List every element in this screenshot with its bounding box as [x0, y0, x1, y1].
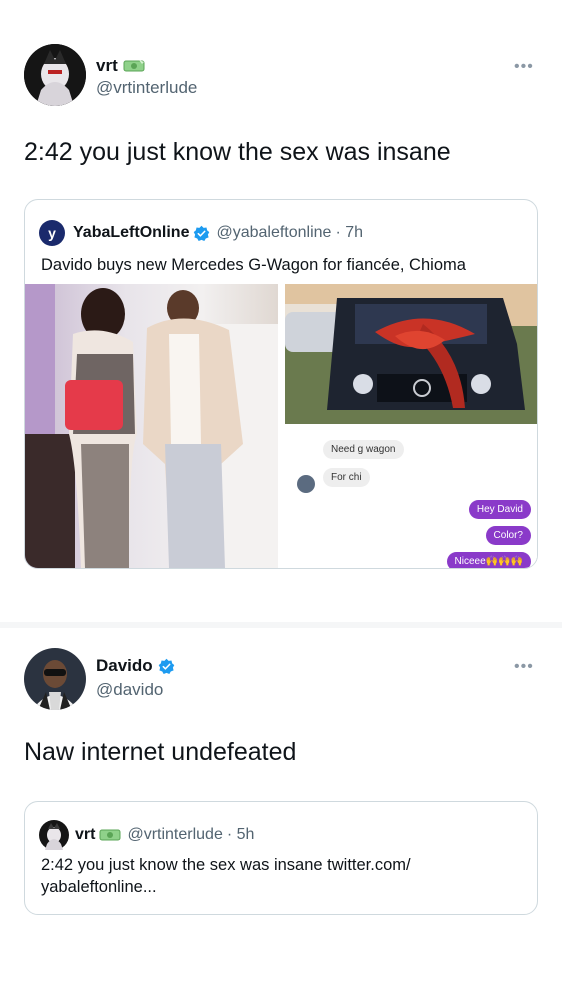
gwagon-photo[interactable]	[285, 284, 537, 424]
quoted-text: 2:42 you just know the sex was insane tw…	[41, 854, 411, 898]
quoted-tweet[interactable]: vrt @vrtinterlude · 5h 2:42 you just kno…	[24, 801, 538, 915]
chat-bubble-out: Color?	[485, 526, 531, 545]
verified-badge-icon	[194, 225, 210, 241]
avatar-davido[interactable]	[24, 648, 86, 710]
svg-text:y: y	[48, 225, 56, 241]
yabaleft-avatar-icon[interactable]: y	[39, 220, 65, 246]
quoted-text-line: yabaleftonline...	[41, 878, 157, 896]
author-handle[interactable]: @davido	[96, 680, 163, 700]
quoted-text-line: 2:42 you just know the sex was insane tw…	[41, 856, 411, 874]
quoted-tweet[interactable]: y YabaLeftOnline @yabaleftonline · 7h Da…	[24, 199, 538, 569]
money-emoji-icon	[123, 60, 145, 72]
tweet-davido[interactable]: Davido @davido ••• Naw internet undefeat…	[0, 628, 562, 1000]
tweet-vrt[interactable]: vrt @vrtinterlude ••• 2:42 you just know…	[0, 0, 562, 622]
quoted-time[interactable]: · 5h	[227, 826, 255, 844]
chat-bubble-out: Hey David	[468, 500, 531, 519]
quoted-author-name[interactable]: YabaLeftOnline	[73, 224, 189, 242]
tweet-text: Naw internet undefeated	[24, 738, 297, 766]
quoted-author-name[interactable]: vrt	[75, 826, 95, 844]
chat-screenshot[interactable]: Need g wagon For chi Hey David Color? Ni…	[285, 428, 537, 568]
chat-bubble-out: Niceee🙌🙌🙌	[446, 552, 531, 568]
tweet-text: 2:42 you just know the sex was insane	[24, 138, 451, 166]
quoted-author-handle[interactable]: @vrtinterlude	[127, 826, 222, 844]
avatar-vrt-small[interactable]	[39, 820, 69, 850]
author-name[interactable]: vrt	[96, 56, 145, 76]
quoted-author-handle[interactable]: @yabaleftonline	[216, 224, 331, 242]
chat-bubble-in: For chi	[323, 468, 370, 487]
money-emoji-icon	[99, 829, 121, 841]
chat-bubble-in: Need g wagon	[323, 440, 404, 459]
quoted-tweet-header: y YabaLeftOnline @yabaleftonline · 7h	[39, 220, 363, 246]
couple-photo[interactable]	[25, 284, 278, 568]
avatar-vrt[interactable]	[24, 44, 86, 106]
quoted-media[interactable]: Need g wagon For chi Hey David Color? Ni…	[25, 284, 537, 568]
quoted-tweet-header: vrt @vrtinterlude · 5h	[39, 820, 254, 850]
author-handle[interactable]: @vrtinterlude	[96, 78, 197, 98]
quoted-time[interactable]: · 7h	[335, 224, 363, 242]
verified-badge-icon	[158, 658, 174, 674]
more-dots-icon[interactable]: •••	[514, 659, 534, 675]
more-dots-icon[interactable]: •••	[514, 59, 534, 75]
author-name[interactable]: Davido	[96, 656, 175, 676]
quoted-text: Davido buys new Mercedes G-Wagon for fia…	[41, 256, 466, 274]
chat-avatar	[297, 475, 315, 493]
